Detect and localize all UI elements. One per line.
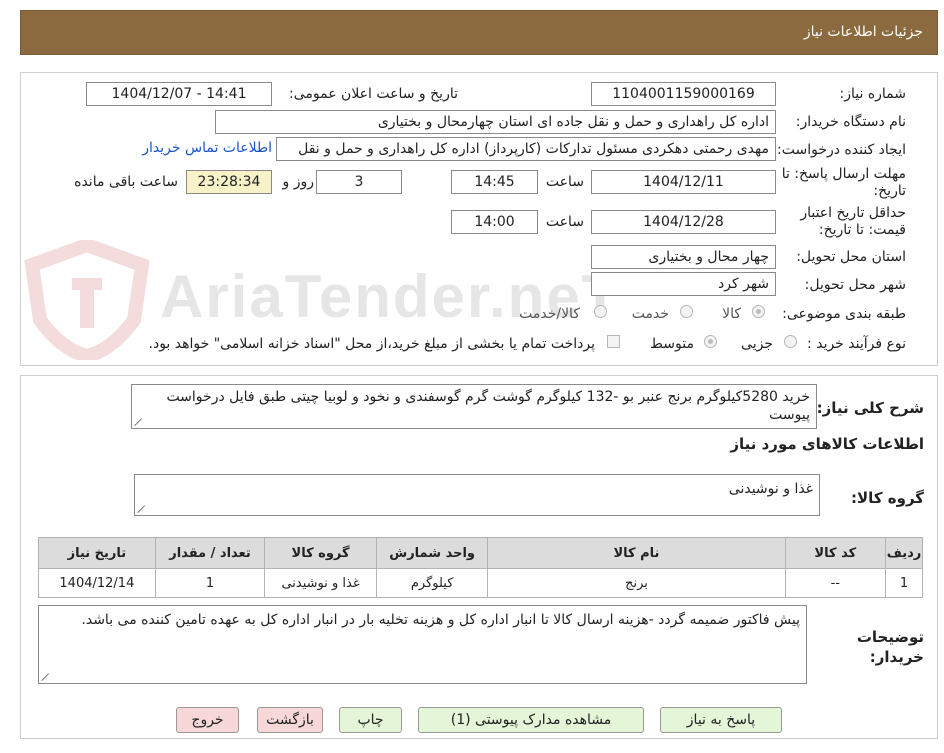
province-label: استان محل تحویل:: [796, 249, 906, 265]
process-type-label: نوع فرآیند خرید :: [807, 336, 906, 352]
buyer-contact-link[interactable]: اطلاعات تماس خریدار: [142, 140, 272, 156]
buyer-notes-field: پیش فاکتور ضمیمه گردد -هزینه ارسال کالا …: [38, 605, 807, 684]
process-option-minor: جزیی: [741, 336, 773, 352]
col-header-goods-group: گروه کالا: [264, 537, 377, 569]
validity-label: حداقل تاریخ اعتبار قیمت: تا تاریخ:: [800, 205, 906, 238]
category-radio-service[interactable]: [680, 305, 693, 318]
view-attachments-button[interactable]: مشاهده مدارک پیوستی (1): [418, 707, 644, 733]
province-field: چهار محال و بختیاری: [591, 245, 776, 269]
exit-button[interactable]: خروج: [176, 707, 239, 733]
goods-group-label: گروه کالا:: [851, 489, 924, 507]
print-button[interactable]: چاپ: [339, 707, 402, 733]
category-radio-goods-service[interactable]: [594, 305, 607, 318]
remaining-time-field: 23:28:34: [186, 170, 272, 194]
process-radio-minor[interactable]: [784, 335, 797, 348]
category-radio-goods[interactable]: [752, 305, 765, 318]
buyer-org-label: نام دستگاه خریدار:: [795, 114, 906, 130]
table-header-row: ردیف کد کالا نام کالا واحد شمارش گروه کا…: [38, 537, 923, 569]
city-field: شهر کرد: [591, 272, 776, 296]
cell-row-number: 1: [885, 568, 923, 598]
goods-table: ردیف کد کالا نام کالا واحد شمارش گروه کا…: [38, 537, 923, 598]
remaining-time-label: ساعت باقی مانده: [74, 174, 178, 190]
need-number-label: شماره نیاز:: [839, 86, 907, 102]
summary-text: خرید 5280کیلوگرم برنج عنبر بو -132 کیلوگ…: [166, 389, 810, 423]
cell-quantity: 1: [154, 568, 266, 598]
goods-info-title: اطلاعات کالاهای مورد نیاز: [730, 435, 924, 453]
watermark-logo: [24, 240, 150, 360]
category-option-goods: کالا: [722, 306, 741, 322]
process-radio-medium[interactable]: [704, 335, 717, 348]
process-option-medium: متوسط: [650, 336, 694, 352]
resize-grip-icon[interactable]: [42, 673, 50, 681]
cell-goods-group: غذا و نوشیدنی: [264, 568, 377, 598]
cell-unit: کیلوگرم: [375, 568, 489, 598]
cell-need-date: 1404/12/14: [38, 568, 156, 598]
announce-label: تاریخ و ساعت اعلان عمومی:: [289, 86, 458, 102]
validity-time-field: 14:00: [451, 210, 538, 234]
category-option-goods-service: کالا/خدمت: [519, 306, 580, 322]
col-header-quantity: تعداد / مقدار: [154, 537, 266, 569]
col-header-item-name: نام کالا: [487, 537, 786, 569]
col-header-unit: واحد شمارش: [375, 537, 489, 569]
summary-field: خرید 5280کیلوگرم برنج عنبر بو -132 کیلوگ…: [131, 384, 817, 429]
buyer-notes-label: توضیحات خریدار:: [856, 628, 924, 666]
summary-label: شرح کلی نیاز:: [816, 399, 924, 417]
resize-grip-icon[interactable]: [138, 505, 146, 513]
buyer-org-field: اداره کل راهداری و حمل و نقل جاده ای است…: [215, 110, 776, 134]
goods-group-text: غذا و نوشیدنی: [728, 481, 813, 497]
validity-time-label: ساعت: [545, 214, 584, 230]
page-title: جزئیات اطلاعات نیاز: [803, 24, 923, 40]
category-label: طبقه بندی موضوعی:: [782, 306, 906, 322]
resize-grip-icon[interactable]: [135, 418, 143, 426]
creator-label: ایجاد کننده درخواست:: [777, 142, 906, 158]
category-option-service: خدمت: [631, 306, 669, 322]
days-and-label: روز و: [282, 174, 315, 190]
goods-group-field: غذا و نوشیدنی: [134, 474, 820, 516]
days-remaining-field: 3: [316, 170, 402, 194]
treasury-payment-checkbox[interactable]: [607, 335, 620, 348]
deadline-time-label: ساعت: [545, 174, 584, 190]
buyer-notes-text: پیش فاکتور ضمیمه گردد -هزینه ارسال کالا …: [81, 612, 800, 628]
cell-item-name: برنج: [487, 568, 786, 598]
city-label: شهر محل تحویل:: [804, 277, 906, 293]
col-header-row-number: ردیف: [885, 537, 923, 569]
treasury-payment-note: پرداخت تمام یا بخشی از مبلغ خرید،از محل …: [148, 336, 595, 352]
cell-item-code: --: [784, 568, 887, 598]
need-number-field: 1104001159000169: [591, 82, 776, 106]
back-button[interactable]: بازگشت: [257, 707, 323, 733]
table-row: 1 -- برنج کیلوگرم غذا و نوشیدنی 1 1404/1…: [38, 568, 923, 598]
col-header-need-date: تاریخ نیاز: [38, 537, 156, 569]
col-header-item-code: کد کالا: [784, 537, 887, 569]
page-header: جزئیات اطلاعات نیاز: [20, 10, 938, 55]
announce-field: 1404/12/07 - 14:41: [86, 82, 272, 106]
creator-field: مهدی رحمتی دهکردی مسئول تدارکات (کارپردا…: [276, 137, 776, 161]
deadline-date-field: 1404/12/11: [591, 170, 776, 194]
deadline-label: مهلت ارسال پاسخ: تا تاریخ:: [781, 166, 906, 199]
validity-date-field: 1404/12/28: [591, 210, 776, 234]
reply-button[interactable]: پاسخ به نیاز: [660, 707, 782, 733]
deadline-time-field: 14:45: [451, 170, 538, 194]
